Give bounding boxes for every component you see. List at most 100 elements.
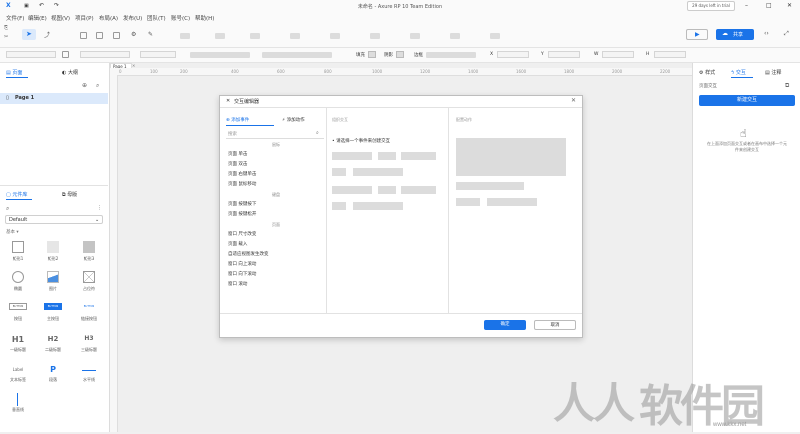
menu-file[interactable]: 文件(F): [6, 14, 24, 22]
widget-button[interactable]: BUTTON 按钮: [3, 303, 33, 322]
close-window-icon[interactable]: ✕: [787, 2, 792, 9]
event-window-scroll-down[interactable]: 窗口 向下滚动: [228, 271, 256, 277]
distribute-icon[interactable]: [250, 33, 260, 39]
text-align-buttons[interactable]: [262, 52, 332, 58]
tab-interactions[interactable]: ϟ 交互: [731, 69, 746, 76]
y-field[interactable]: [548, 51, 580, 58]
group-icon[interactable]: [290, 33, 300, 39]
widget-heading-2[interactable]: H2 二级标题: [38, 335, 68, 353]
widget-paragraph[interactable]: P 段落: [38, 365, 68, 383]
lock-icon[interactable]: [450, 33, 460, 39]
minimize-icon[interactable]: –: [745, 2, 748, 9]
menu-edit[interactable]: 编辑(E): [28, 14, 47, 22]
border-controls[interactable]: [426, 52, 476, 58]
align-left-icon[interactable]: [180, 33, 190, 39]
page-item-page-1[interactable]: ▯ Page 1: [0, 93, 108, 104]
zoom-icon[interactable]: [490, 33, 500, 39]
font-family-select[interactable]: [80, 51, 130, 58]
tab-pages[interactable]: ▤ 页面: [6, 69, 22, 76]
tab-libraries[interactable]: ▢ 元件库: [6, 191, 27, 198]
widget-ellipse[interactable]: 椭圆: [3, 271, 33, 292]
code-icon[interactable]: ‹›: [764, 30, 769, 37]
ungroup-icon[interactable]: [330, 33, 340, 39]
event-page-right-click[interactable]: 页面 右键单击: [228, 171, 256, 177]
event-window-scroll[interactable]: 窗口 滚动: [228, 281, 247, 287]
new-interaction-button[interactable]: 新建交互: [699, 95, 795, 106]
menu-project[interactable]: 项目(P): [75, 14, 94, 22]
widget-rectangle-1[interactable]: 矩形1: [3, 241, 33, 262]
select-tool-button[interactable]: ➤: [22, 29, 36, 40]
open-external-icon[interactable]: ⧉: [785, 82, 789, 90]
w-field[interactable]: [602, 51, 634, 58]
style-select[interactable]: [6, 51, 56, 58]
event-key-up[interactable]: 页面 按键松开: [228, 211, 256, 217]
dialog-dismiss-icon[interactable]: ✕: [571, 97, 576, 104]
search-icon[interactable]: ⌕: [6, 205, 9, 213]
rectangle-tool-icon[interactable]: [80, 32, 87, 39]
gear-settings-icon[interactable]: ⚙: [131, 31, 136, 38]
event-page-double-click[interactable]: 页面 双击: [228, 161, 247, 167]
tab-style[interactable]: ⚙ 样式: [699, 69, 715, 76]
more-icon[interactable]: ⋮: [97, 205, 102, 211]
widget-heading-1[interactable]: H1 一级标题: [3, 335, 33, 353]
library-group-toggle[interactable]: 基本 ▾: [6, 229, 19, 235]
expand-icon[interactable]: ⤢: [784, 30, 789, 38]
widget-text-label[interactable]: Label 文本标签: [3, 365, 33, 383]
tab-add-action[interactable]: ⚡ 添加动作: [282, 117, 305, 123]
bring-front-icon[interactable]: [370, 33, 380, 39]
menu-team[interactable]: 团队(T): [147, 14, 166, 22]
share-button[interactable]: ☁ 共享: [716, 29, 754, 40]
connector-tool-icon[interactable]: ⤴: [44, 30, 50, 39]
cancel-button[interactable]: 取消: [534, 320, 576, 330]
tab-notes[interactable]: ▤ 注释: [765, 69, 781, 76]
clear-style-icon[interactable]: [62, 51, 69, 58]
widget-vertical-line[interactable]: 垂直线: [3, 393, 33, 413]
tab-outline[interactable]: ◐ 大纲: [62, 69, 78, 76]
library-select[interactable]: Default ⌄: [5, 215, 103, 224]
skeleton-bar: [332, 202, 346, 210]
add-page-icon[interactable]: ⊕: [82, 82, 87, 89]
menu-layout[interactable]: 布局(A): [99, 14, 118, 22]
dialog-close-icon[interactable]: ✕: [226, 98, 230, 104]
fill-color-swatch[interactable]: [368, 51, 376, 58]
widget-heading-3[interactable]: H3 三级标题: [74, 335, 104, 353]
cut-icon[interactable]: ✂: [4, 34, 8, 40]
text-format-buttons[interactable]: [190, 52, 250, 58]
widget-image[interactable]: 图片: [38, 271, 68, 292]
widget-rectangle-2[interactable]: 矩形2: [38, 241, 68, 262]
frame-tool-icon[interactable]: [113, 32, 120, 39]
menu-publish[interactable]: 发布(U): [123, 14, 142, 22]
ok-button[interactable]: 确定: [484, 320, 526, 330]
event-page-mouse-move[interactable]: 页面 鼠标移动: [228, 181, 256, 187]
menu-account[interactable]: 账号(C): [171, 14, 190, 22]
send-back-icon[interactable]: [410, 33, 420, 39]
widget-rectangle-3[interactable]: 矩形3: [74, 241, 104, 262]
shadow-swatch[interactable]: [396, 51, 404, 58]
pen-tool-icon[interactable]: ✎: [148, 31, 153, 38]
event-page-click[interactable]: 页面 单击: [228, 151, 247, 157]
event-window-scroll-up[interactable]: 窗口 向上滚动: [228, 261, 256, 267]
clipboard-icon[interactable]: ⎘: [4, 25, 8, 31]
widget-primary-button[interactable]: BUTTON 主按钮: [38, 303, 68, 322]
menu-help[interactable]: 帮助(H): [195, 14, 214, 22]
preview-button[interactable]: ▶: [686, 29, 708, 40]
trial-badge[interactable]: 29 days left in trial: [687, 1, 735, 11]
shape-dropdown-icon[interactable]: [96, 32, 103, 39]
widget-horizontal-line[interactable]: 水平线: [74, 365, 104, 383]
widget-link-button[interactable]: BUTTON 链接按钮: [74, 303, 104, 322]
event-page-load[interactable]: 页面 载入: [228, 241, 247, 247]
event-adaptive-view-change[interactable]: 自适应视图发生改变: [228, 251, 269, 257]
event-key-down[interactable]: 页面 按键按下: [228, 201, 256, 207]
event-window-resize[interactable]: 窗口 尺寸改变: [228, 231, 256, 237]
x-field[interactable]: [497, 51, 529, 58]
menu-view[interactable]: 视图(V): [51, 14, 70, 22]
maximize-icon[interactable]: □: [766, 2, 772, 9]
font-weight-select[interactable]: [140, 51, 176, 58]
tab-masters[interactable]: ⧉ 母版: [62, 191, 77, 198]
widget-placeholder[interactable]: 占位符: [74, 271, 104, 292]
search-pages-icon[interactable]: ⌕: [96, 82, 99, 90]
align-center-icon[interactable]: [215, 33, 225, 39]
event-search-field[interactable]: 搜索 ⌕: [226, 130, 324, 139]
h-field[interactable]: [654, 51, 686, 58]
tab-add-event[interactable]: ⊕ 添加事件: [226, 117, 249, 123]
